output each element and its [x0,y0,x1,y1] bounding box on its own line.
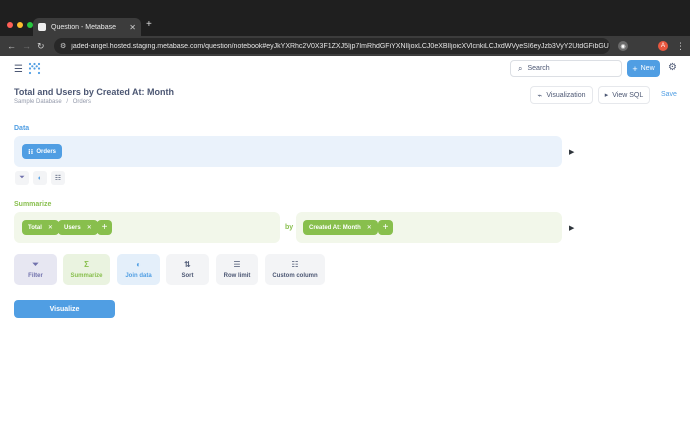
browser-titlebar: Question - Metabase ✕ + [0,0,690,36]
quick-join-icon[interactable]: ◐ [33,171,47,185]
save-button[interactable]: Save [661,91,677,98]
by-label: by [285,224,294,231]
custom-column-action-button[interactable]: ☷ Custom column [265,254,325,285]
sidebar-toggle-icon[interactable]: ☰ [14,64,23,75]
filter-action-button[interactable]: ⏷ Filter [14,254,57,285]
view-sql-button[interactable]: ▸ View SQL [598,86,650,104]
table-name: Orders [36,148,57,155]
visualize-button[interactable]: Visualize [14,300,115,318]
extension-icon[interactable]: ◉ [618,41,628,51]
new-button-label: New [640,65,655,72]
join-icon: ◐ [136,259,141,269]
address-bar[interactable]: ⚙ jaded-angel.hosted.staging.metabase.co… [54,38,610,54]
browser-tab[interactable]: Question - Metabase ✕ [33,18,141,36]
summarize-action-button[interactable]: Σ Summarize [63,254,110,285]
metric-pill-total[interactable]: Total ✕ [22,220,59,235]
quick-custom-column-icon[interactable]: ☷ [51,171,65,185]
search-placeholder: Search [527,65,550,72]
breadcrumb-table[interactable]: Orders [73,99,91,105]
chart-icon: ⌁ [537,90,543,100]
minimize-window-dot[interactable] [17,22,23,28]
settings-gear-icon[interactable]: ⚙ [668,62,677,73]
new-tab-icon[interactable]: + [146,19,152,30]
forward-icon[interactable]: → [22,39,31,53]
row-limit-action-button[interactable]: ☰ Row limit [216,254,258,285]
list-icon: ☰ [233,259,241,269]
sort-action-label: Sort [181,272,194,279]
breadcrumb: Sample Database / Orders [14,99,91,105]
add-breakout-button[interactable]: + [378,220,393,235]
breadcrumb-database[interactable]: Sample Database [14,99,62,105]
remove-icon[interactable]: ✕ [367,224,372,231]
join-action-label: Join data [125,272,152,279]
remove-icon[interactable]: ✕ [48,224,53,231]
breadcrumb-separator: / [66,99,69,105]
search-icon: ⌕ [518,63,523,73]
sigma-icon: Σ [84,259,89,269]
profile-avatar[interactable]: A [658,41,668,51]
sql-icon: ▸ [604,92,609,99]
sort-icon: ⇅ [184,259,191,269]
url-text: jaded-angel.hosted.staging.metabase.com/… [71,42,609,50]
filter-action-label: Filter [28,272,43,279]
close-window-dot[interactable] [7,22,13,28]
data-section-label: Data [14,125,30,132]
quick-filter-icon[interactable]: ⏷ [15,171,29,185]
browser-navbar: ← → ↻ ⚙ jaded-angel.hosted.staging.metab… [0,36,690,56]
summarize-section-label: Summarize [14,201,52,208]
tab-close-icon[interactable]: ✕ [129,23,136,32]
breakout-pill-created-at[interactable]: Created At: Month ✕ [303,220,378,235]
metric-label: Users [64,224,81,231]
breakout-label: Created At: Month [309,224,361,231]
filter-icon: ⏷ [32,259,39,269]
row-limit-action-label: Row limit [223,272,251,279]
view-sql-label: View SQL [612,91,644,99]
new-button[interactable]: + New [627,60,660,77]
custom-column-icon: ☷ [291,259,299,269]
preview-data-icon[interactable]: ▶ [569,148,574,156]
data-step: ⁝⁝ Orders [14,136,562,167]
visualization-button[interactable]: ⌁ Visualization [530,86,593,104]
site-info-icon[interactable]: ⚙ [60,42,66,50]
table-grid-icon: ⁝⁝ [28,148,34,156]
summarize-action-label: Summarize [70,272,103,279]
back-icon[interactable]: ← [7,39,16,53]
tab-title: Question - Metabase [51,23,116,31]
add-metric-button[interactable]: + [97,220,112,235]
custom-column-action-label: Custom column [272,272,318,279]
join-action-button[interactable]: ◐ Join data [117,254,160,285]
metabase-logo-icon[interactable] [28,62,41,75]
metabase-favicon-icon [38,23,46,31]
search-input[interactable]: ⌕ Search [510,60,622,77]
browser-menu-icon[interactable]: ⋮ [676,39,685,53]
visualization-label: Visualization [546,91,586,99]
preview-summarize-icon[interactable]: ▶ [569,224,574,232]
sort-action-button[interactable]: ⇅ Sort [166,254,209,285]
table-pill-orders[interactable]: ⁝⁝ Orders [22,144,63,159]
reload-icon[interactable]: ↻ [37,39,45,53]
plus-icon: + [632,63,638,74]
metric-label: Total [28,224,42,231]
question-title[interactable]: Total and Users by Created At: Month [14,87,174,97]
remove-icon[interactable]: ✕ [87,224,92,231]
metric-pill-users[interactable]: Users ✕ [58,220,98,235]
